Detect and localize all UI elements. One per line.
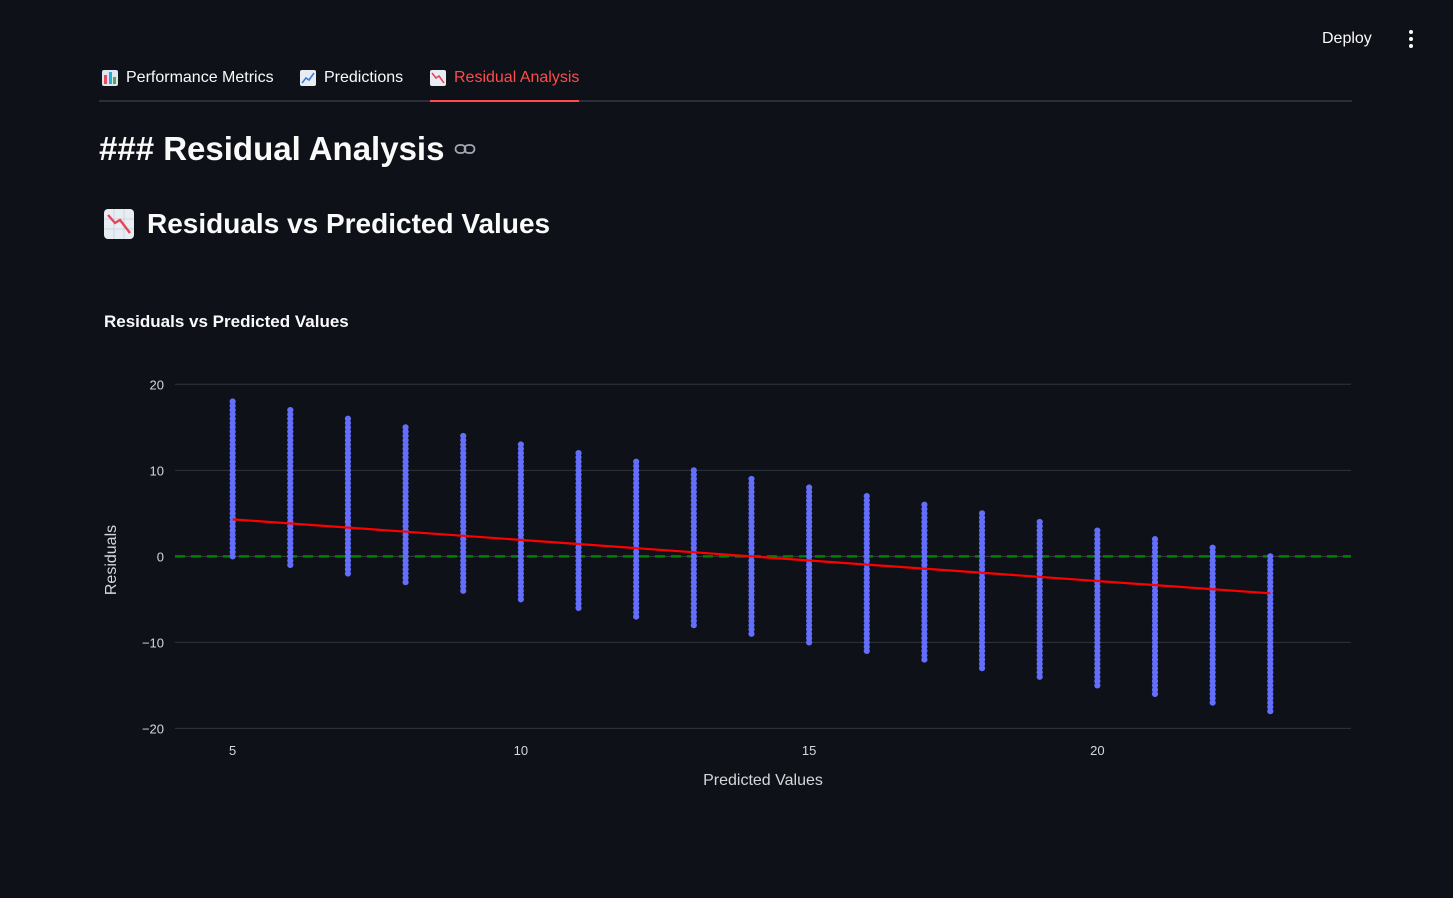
data-point[interactable]	[344, 415, 352, 422]
data-point[interactable]	[402, 424, 409, 431]
data-point[interactable]	[633, 458, 640, 465]
y-tick-label: −10	[142, 635, 164, 650]
bar-chart-icon	[102, 70, 118, 86]
x-tick-label: 15	[802, 743, 816, 758]
tab-label: Performance Metrics	[126, 69, 274, 86]
page-heading-text: ### Residual Analysis	[99, 130, 445, 167]
y-tick-labels: −20 −10 0 10 20	[142, 377, 164, 736]
data-point[interactable]	[1036, 518, 1043, 526]
x-tick-labels: 5 10 15 20	[229, 743, 1105, 758]
app-header: Deploy	[0, 0, 1453, 60]
section-heading-text: Residuals vs Predicted Values	[147, 208, 551, 239]
tab-predictions[interactable]: Predictions	[300, 56, 403, 100]
kebab-menu-icon[interactable]	[1404, 30, 1418, 50]
data-point[interactable]	[1209, 544, 1216, 551]
tab-bar: Performance Metrics Predictions Residual…	[99, 56, 1352, 102]
data-point[interactable]	[1267, 553, 1274, 560]
chart-decreasing-icon	[430, 70, 446, 86]
data-point[interactable]	[863, 493, 870, 500]
x-tick-label: 10	[514, 743, 528, 758]
chart-svg[interactable]: −20 −10 0 10 20 5 10 15 20 Predicted Values Res…	[99, 300, 1359, 800]
data-point[interactable]	[287, 407, 294, 414]
data-point[interactable]	[229, 398, 236, 405]
tab-label: Residual Analysis	[454, 69, 580, 86]
y-tick-label: 0	[157, 549, 164, 564]
residuals-chart[interactable]: Residuals vs Predicted Values −20 −10 0 10 2…	[99, 300, 1359, 800]
anchor-link-icon[interactable]	[454, 142, 476, 156]
data-point[interactable]	[748, 475, 755, 483]
data-point[interactable]	[517, 441, 524, 448]
y-axis-label: Residuals	[103, 525, 120, 595]
deploy-button[interactable]: Deploy	[1314, 28, 1380, 50]
page-heading: ### Residual Analysis	[99, 130, 476, 168]
data-point[interactable]	[1151, 536, 1159, 543]
tab-label: Predictions	[324, 69, 404, 86]
tab-performance-metrics[interactable]: Performance Metrics	[102, 56, 274, 100]
data-point[interactable]	[690, 467, 697, 474]
data-point[interactable]	[460, 432, 467, 440]
data-point[interactable]	[978, 510, 986, 517]
tab-residual-analysis[interactable]: Residual Analysis	[430, 56, 580, 102]
y-tick-label: 10	[150, 463, 164, 478]
x-axis-label: Predicted Values	[703, 772, 823, 789]
data-point[interactable]	[1094, 527, 1101, 534]
line-chart-icon	[300, 70, 316, 86]
y-tick-label: −20	[142, 721, 164, 736]
chart-decreasing-icon	[104, 209, 134, 239]
data-point[interactable]	[575, 450, 582, 457]
section-heading: Residuals vs Predicted Values	[104, 208, 550, 240]
x-tick-label: 20	[1090, 743, 1104, 758]
data-point[interactable]	[921, 501, 928, 508]
y-tick-label: 20	[150, 377, 164, 392]
data-point[interactable]	[806, 484, 813, 491]
x-tick-label: 5	[229, 743, 236, 758]
